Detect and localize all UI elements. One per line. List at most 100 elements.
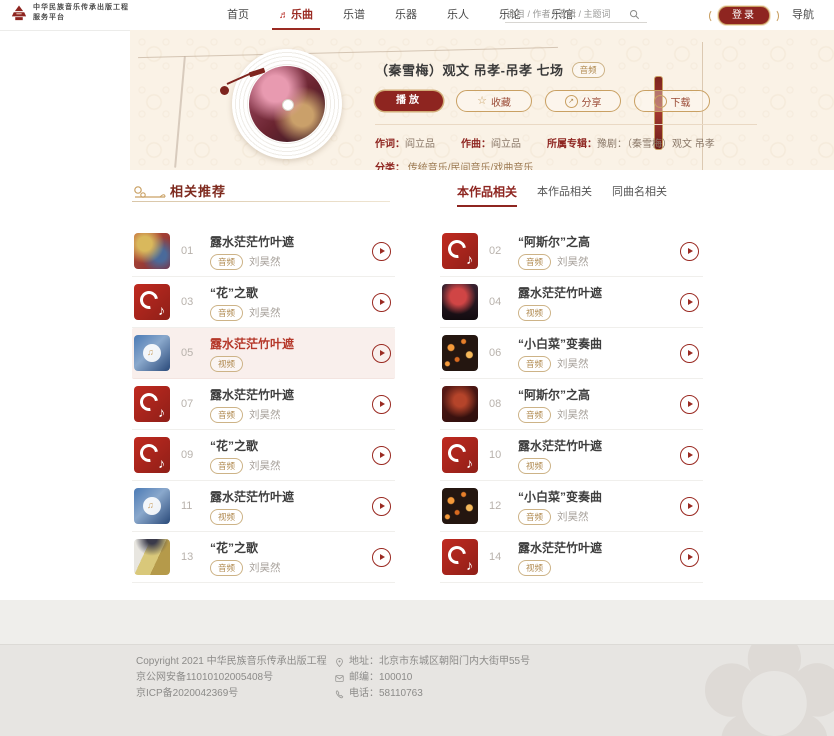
track-title[interactable]: “花”之歌: [210, 539, 281, 556]
top-header: 中华民族音乐传承出版工程 服务平台 ♬首页♬乐曲♬乐谱♬乐器♬乐人♬乐论♬乐馆 …: [0, 0, 834, 31]
pre-footer-band: [0, 600, 834, 644]
track-artist: 刘昊然: [557, 407, 589, 422]
tonearm-pivot: [220, 86, 229, 95]
related-item-row[interactable]: 01 露水茫茫竹叶遮 音频 刘昊然: [132, 226, 395, 277]
nav-item-home[interactable]: ♬首页: [212, 0, 264, 30]
row-play-button[interactable]: [372, 293, 391, 312]
copyright-text: Copyright 2021 中华民族音乐传承出版工程: [136, 654, 327, 670]
media-type-badge: 音频: [518, 407, 551, 423]
tab-this-work-1[interactable]: 本作品相关: [457, 183, 517, 207]
track-thumbnail[interactable]: [134, 284, 170, 320]
track-thumbnail[interactable]: [442, 488, 478, 524]
share-button[interactable]: ↗ 分享: [545, 90, 621, 112]
section-title: 相关推荐: [170, 181, 226, 200]
related-item-row[interactable]: 11 露水茫茫竹叶遮 视频: [132, 481, 395, 532]
track-thumbnail[interactable]: [442, 335, 478, 371]
track-title[interactable]: 露水茫茫竹叶遮: [210, 335, 294, 352]
row-play-button[interactable]: [372, 395, 391, 414]
row-play-button[interactable]: [680, 446, 699, 465]
track-thumbnail[interactable]: [442, 539, 478, 575]
track-title[interactable]: 露水茫茫竹叶遮: [210, 233, 294, 250]
track-number: 11: [181, 500, 201, 512]
login-button[interactable]: 登录: [718, 6, 770, 25]
media-type-badge: 音频: [572, 62, 605, 78]
track-thumbnail[interactable]: [134, 539, 170, 575]
scroll-ornament-icon: [132, 184, 166, 200]
related-item-row[interactable]: 06 “小白菜”变奏曲 音频 刘昊然: [440, 328, 703, 379]
track-text: 露水茫茫竹叶遮 视频: [210, 488, 294, 525]
track-number: 14: [489, 551, 509, 563]
track-thumbnail[interactable]: [134, 233, 170, 269]
zip-label: 邮编：: [349, 672, 379, 683]
track-artist: 刘昊然: [557, 509, 589, 524]
related-item-row[interactable]: 12 “小白菜”变奏曲 音频 刘昊然: [440, 481, 703, 532]
related-item-row[interactable]: 07 露水茫茫竹叶遮 音频 刘昊然: [132, 379, 395, 430]
nav-item-musicians[interactable]: ♬乐人: [432, 0, 484, 30]
track-thumbnail[interactable]: [134, 386, 170, 422]
track-thumbnail[interactable]: [134, 335, 170, 371]
track-title[interactable]: 露水茫茫竹叶遮: [518, 539, 602, 556]
related-item-row[interactable]: 10 露水茫茫竹叶遮 视频: [440, 430, 703, 481]
tab-same-title[interactable]: 同曲名相关: [612, 183, 667, 207]
track-title[interactable]: “小白菜”变奏曲: [518, 335, 602, 352]
track-artist: 刘昊然: [249, 407, 281, 422]
track-title[interactable]: “阿斯尔”之高: [518, 233, 590, 250]
related-item-row[interactable]: 13 “花”之歌 音频 刘昊然: [132, 532, 395, 583]
site-nav-link[interactable]: 导航: [792, 0, 814, 30]
row-play-button[interactable]: [372, 497, 391, 516]
track-thumbnail[interactable]: [134, 437, 170, 473]
row-play-button[interactable]: [372, 344, 391, 363]
row-play-button[interactable]: [680, 548, 699, 567]
nav-item-music[interactable]: ♬乐曲: [264, 0, 328, 30]
row-play-button[interactable]: [372, 446, 391, 465]
media-type-badge: 音频: [210, 407, 243, 423]
row-play-button[interactable]: [680, 344, 699, 363]
row-play-button[interactable]: [680, 497, 699, 516]
track-title[interactable]: “花”之歌: [210, 437, 281, 454]
track-number: 03: [181, 296, 201, 308]
search-icon[interactable]: [629, 9, 640, 20]
track-artist: 刘昊然: [557, 254, 589, 269]
row-play-button[interactable]: [680, 395, 699, 414]
section-underline: [132, 201, 390, 202]
search-input[interactable]: [505, 7, 629, 22]
favorite-button[interactable]: ☆ 收藏: [456, 90, 532, 112]
track-title[interactable]: “阿斯尔”之高: [518, 386, 590, 403]
row-play-button[interactable]: [372, 242, 391, 261]
row-play-button[interactable]: [372, 548, 391, 567]
track-thumbnail[interactable]: [442, 284, 478, 320]
related-item-row[interactable]: 05 露水茫茫竹叶遮 视频: [132, 328, 395, 379]
brand-logo[interactable]: 中华民族音乐传承出版工程 服务平台: [10, 3, 129, 23]
record-center-hole: [282, 99, 294, 111]
media-type-badge: 视频: [210, 356, 243, 372]
vinyl-record: [232, 49, 342, 159]
row-play-button[interactable]: [680, 293, 699, 312]
track-thumbnail[interactable]: [442, 233, 478, 269]
track-text: “阿斯尔”之高 音频 刘昊然: [518, 386, 590, 423]
track-artist: 刘昊然: [249, 560, 281, 575]
track-thumbnail[interactable]: [442, 437, 478, 473]
track-thumbnail[interactable]: [134, 488, 170, 524]
nav-item-scores[interactable]: ♬乐谱: [328, 0, 380, 30]
mail-icon: [335, 674, 344, 683]
related-item-row[interactable]: 08 “阿斯尔”之高 音频 刘昊然: [440, 379, 703, 430]
related-item-row[interactable]: 03 “花”之歌 音频 刘昊然: [132, 277, 395, 328]
track-thumbnail[interactable]: [442, 386, 478, 422]
related-item-row[interactable]: 04 露水茫茫竹叶遮 视频: [440, 277, 703, 328]
related-item-row[interactable]: 02 “阿斯尔”之高 音频 刘昊然: [440, 226, 703, 277]
media-type-badge: 音频: [518, 356, 551, 372]
track-text: 露水茫茫竹叶遮 视频: [518, 284, 602, 321]
tab-this-work-2[interactable]: 本作品相关: [537, 183, 592, 207]
play-button[interactable]: 播放: [375, 91, 443, 111]
row-play-button[interactable]: [680, 242, 699, 261]
related-item-row[interactable]: 09 “花”之歌 音频 刘昊然: [132, 430, 395, 481]
nav-item-instruments[interactable]: ♬乐器: [380, 0, 432, 30]
track-title[interactable]: 露水茫茫竹叶遮: [210, 488, 294, 505]
track-title[interactable]: “花”之歌: [210, 284, 281, 301]
related-item-row[interactable]: 14 露水茫茫竹叶遮 视频: [440, 532, 703, 583]
track-title[interactable]: 露水茫茫竹叶遮: [518, 437, 602, 454]
download-button[interactable]: ↓ 下载: [634, 90, 710, 112]
track-title[interactable]: “小白菜”变奏曲: [518, 488, 602, 505]
track-title[interactable]: 露水茫茫竹叶遮: [518, 284, 602, 301]
track-title[interactable]: 露水茫茫竹叶遮: [210, 386, 294, 403]
